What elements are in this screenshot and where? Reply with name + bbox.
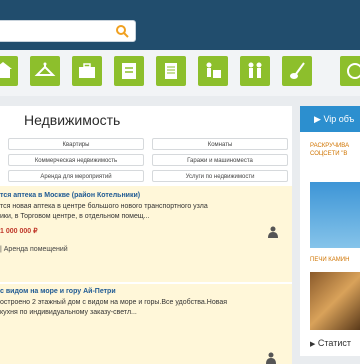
triangle-right-icon: ▶ — [310, 341, 316, 348]
category-jobs-icon[interactable] — [72, 56, 102, 86]
vip-header[interactable]: ▶ Vip объ — [300, 106, 360, 132]
listing-description-line: тся новая аптека в центре большого новог… — [0, 203, 208, 210]
ad-title[interactable]: СОЦСЕТИ "В — [310, 150, 347, 158]
vip-label: Vip объ — [323, 114, 355, 124]
subcategory-commercial[interactable]: Коммерческая недвижимость — [8, 154, 144, 166]
ad-image[interactable] — [310, 182, 360, 248]
category-services-icon[interactable] — [114, 56, 144, 86]
search-box[interactable] — [0, 20, 136, 42]
subcategory-event-rental[interactable]: Аренда для мероприятий — [8, 170, 144, 182]
page-title: Недвижимость — [24, 112, 121, 128]
listing-description-line: ики, в Торговом центре, в отдельном поме… — [0, 213, 150, 220]
triangle-right-icon: ▶ — [314, 114, 321, 124]
stats-panel[interactable]: ▶ Статист — [300, 330, 360, 356]
subcategory-garages[interactable]: Гаражи и машиноместа — [152, 154, 288, 166]
user-icon[interactable] — [268, 226, 278, 238]
search-icon[interactable] — [115, 24, 129, 38]
listing-title[interactable]: с видом на море и гору Ай-Петри — [0, 288, 116, 295]
stats-label: Статист — [317, 338, 352, 348]
listing-item[interactable]: с видом на море и гору Ай-Петри остроено… — [0, 284, 292, 364]
ad-title[interactable]: РАСКРУЧИВА — [310, 142, 349, 150]
category-bar — [0, 50, 360, 96]
ad-title[interactable]: ПЕЧИ КАМИН — [310, 256, 349, 264]
listing-category: | Аренда помещений — [0, 246, 68, 253]
top-header — [0, 0, 360, 50]
category-clothing-icon[interactable] — [30, 56, 60, 86]
main-content: Недвижимость Квартиры Комнаты Коммерческ… — [0, 106, 292, 364]
search-input[interactable] — [1, 23, 109, 41]
category-hobbies-icon[interactable] — [340, 56, 360, 86]
user-icon[interactable] — [266, 352, 276, 364]
category-moving-icon[interactable] — [198, 56, 228, 86]
listing-description-line: кухня по индивидуальному заказу-светл... — [0, 309, 137, 316]
category-music-icon[interactable] — [282, 56, 312, 86]
category-kids-icon[interactable] — [240, 56, 270, 86]
subcategory-rooms[interactable]: Комнаты — [152, 138, 288, 150]
ad-image[interactable] — [310, 272, 360, 330]
listing-item[interactable]: тся аптека в Москве (район Котельники) т… — [0, 186, 292, 282]
category-documents-icon[interactable] — [156, 56, 186, 86]
vip-ads: РАСКРУЧИВА СОЦСЕТИ "В ПЕЧИ КАМИН — [300, 132, 360, 332]
listing-price: 1 000 000 ₽ — [0, 228, 38, 235]
listing-description-line: остроено 2 этажный дом с видом на море и… — [0, 299, 228, 306]
category-real-estate-icon[interactable] — [0, 56, 18, 86]
sidebar: ▶ Vip объ РАСКРУЧИВА СОЦСЕТИ "В ПЕЧИ КАМ… — [300, 106, 360, 360]
subcategory-apartments[interactable]: Квартиры — [8, 138, 144, 150]
listing-title[interactable]: тся аптека в Москве (район Котельники) — [0, 192, 140, 199]
subcategory-realty-services[interactable]: Услуги по недвижимости — [152, 170, 288, 182]
